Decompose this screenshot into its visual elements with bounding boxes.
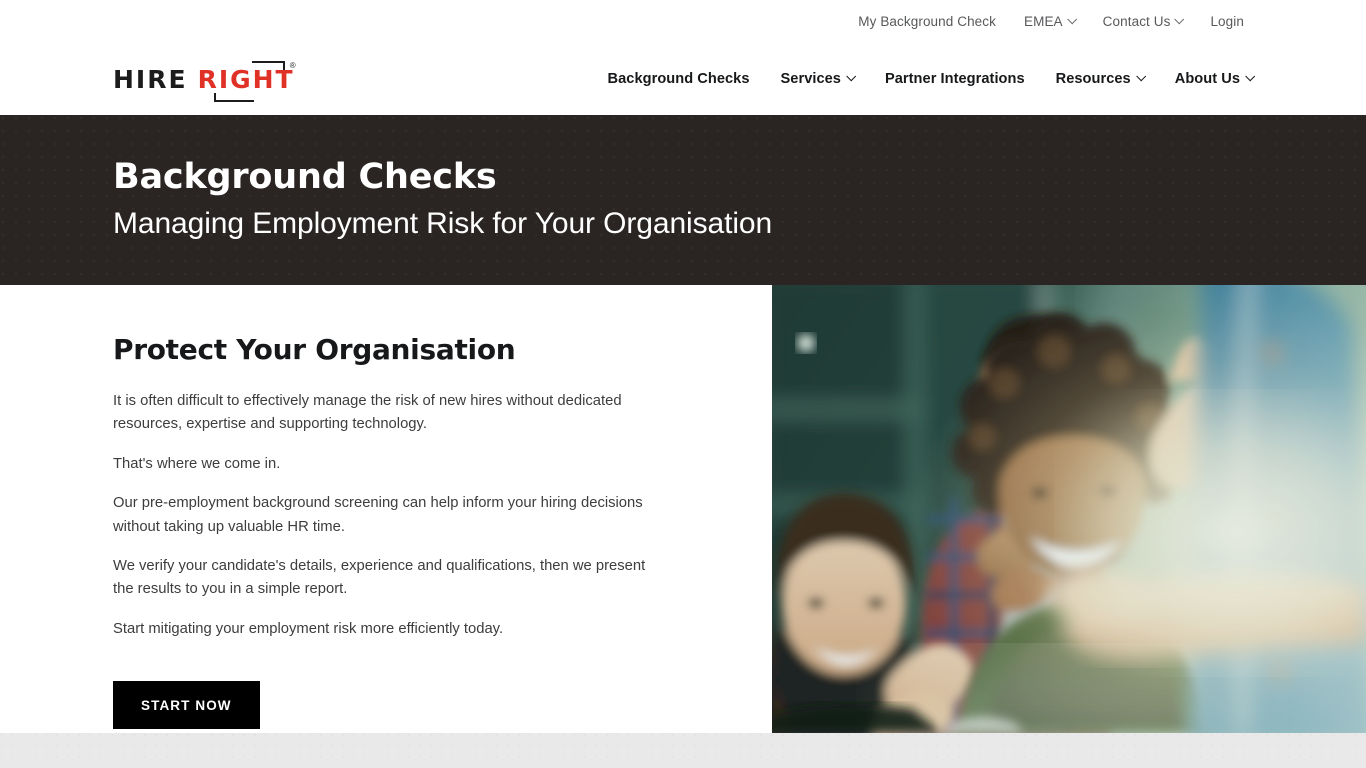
- body-paragraph: We verify your candidate's details, expe…: [113, 557, 646, 598]
- utility-nav-item-my-background-check[interactable]: My Background Check: [858, 14, 996, 29]
- nav-item-services[interactable]: Services: [780, 70, 857, 87]
- utility-nav-label: My Background Check: [858, 13, 996, 29]
- nav-item-label: About Us: [1174, 70, 1240, 87]
- site-header: HIRE RIGHT ® Background Checks Services …: [0, 42, 1366, 115]
- office-team-photo-illustration: [772, 285, 1366, 733]
- hero-title: Background Checks: [113, 157, 497, 198]
- start-now-button[interactable]: START NOW: [113, 681, 260, 729]
- utility-nav-item-contact-us[interactable]: Contact Us: [1102, 13, 1185, 29]
- nav-item-label: Partner Integrations: [884, 70, 1025, 87]
- hireright-logo[interactable]: HIRE RIGHT ®: [113, 59, 296, 102]
- hero-subtitle: Managing Employment Risk for Your Organi…: [113, 207, 773, 241]
- chevron-down-icon: [846, 71, 857, 82]
- utility-nav-label: Login: [1210, 13, 1244, 29]
- body-paragraph: Start mitigating your employment risk mo…: [113, 620, 504, 637]
- logo-bracket-top-right-icon: [251, 60, 285, 70]
- hero-banner: Background Checks Managing Employment Ri…: [0, 115, 1366, 285]
- chevron-down-icon: [1135, 71, 1146, 82]
- utility-nav-item-login[interactable]: Login: [1210, 14, 1244, 29]
- hero-photo: [772, 285, 1366, 733]
- nav-item-label: Resources: [1055, 70, 1131, 87]
- nav-item-partner-integrations[interactable]: Partner Integrations: [885, 71, 1025, 87]
- nav-item-label: Services: [780, 70, 841, 87]
- body-paragraph: It is often difficult to effectively man…: [113, 393, 622, 433]
- body-paragraph: That's where we come in.: [113, 455, 281, 472]
- logo-text-hire: HIRE: [113, 64, 188, 94]
- main-navigation: Background Checks Services Partner Integ…: [608, 70, 1256, 87]
- nav-item-about-us[interactable]: About Us: [1174, 70, 1256, 87]
- chevron-down-icon: [1066, 13, 1077, 24]
- logo-bracket-bottom-left-icon: [214, 92, 254, 102]
- utility-nav-label: EMEA: [1024, 13, 1063, 29]
- utility-nav-bar: My Background Check EMEA Contact Us Logi…: [0, 0, 1366, 42]
- registered-trademark-icon: ®: [289, 60, 296, 70]
- nav-item-resources[interactable]: Resources: [1055, 70, 1146, 87]
- page-title: Protect Your Organisation: [113, 333, 516, 366]
- chevron-down-icon: [1174, 13, 1185, 24]
- chevron-down-icon: [1245, 71, 1256, 82]
- utility-nav-item-emea[interactable]: EMEA: [1024, 13, 1077, 29]
- page-bottom-section: [0, 733, 1366, 768]
- body-paragraph: Our pre-employment background screening …: [113, 495, 643, 535]
- utility-nav-label: Contact Us: [1102, 13, 1171, 29]
- nav-item-background-checks[interactable]: Background Checks: [608, 71, 750, 87]
- content-text-column: Protect Your Organisation It is often di…: [0, 285, 772, 733]
- nav-item-label: Background Checks: [607, 70, 750, 87]
- content-row: Protect Your Organisation It is often di…: [0, 285, 1366, 733]
